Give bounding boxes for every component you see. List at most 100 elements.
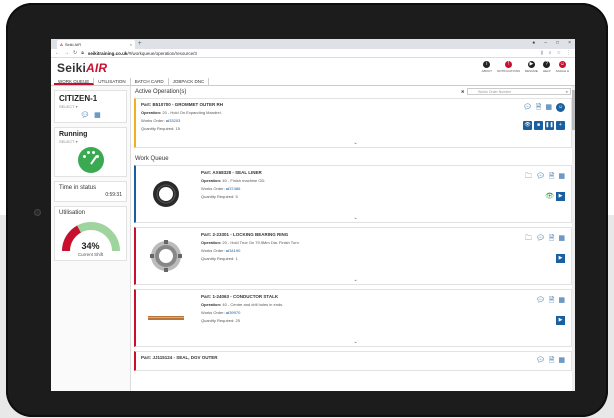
wo-label: Works Order: [201,186,225,191]
tab-utilisation[interactable]: UTILISATION [94,78,131,85]
main-panel: Active Operation(s) ✖ Works Order Number… [131,86,575,391]
operation-value: 40 - Finish machine OD. [222,178,266,183]
comment-icon[interactable]: 💬︎ [80,111,89,119]
browser-tab[interactable]: A Seiki AIR × [57,40,135,49]
minimize-icon[interactable]: – [544,40,547,46]
notifications-label: NOTIFICATIONS [497,69,520,73]
time-value: 0:59:31 [105,192,122,198]
wo-value: 33203 [169,118,181,123]
chevron-down-icon[interactable]: ⌄ [354,215,358,221]
active-qty-line: Quantity Required: 15 [141,126,566,131]
active-operation-line: Operation: 20 - Hold On Expanding Mandre… [141,110,566,115]
tab-close-icon[interactable]: × [130,42,132,47]
queue-item-icons: 🗀 💬︎ 🗎 ▦ [525,234,565,245]
chevron-down-icon[interactable]: ⌄ [354,277,358,283]
operation-label: Operation: [141,110,162,115]
status-select[interactable]: SELECT ▾ [59,139,122,144]
table-icon[interactable]: ▦ [558,172,565,183]
qty-label: Quantity Required: [141,126,175,131]
app-menubar: WORK QUEUE UTILISATION BATCH CARD JOBPAC… [51,78,575,86]
account-icon[interactable]: ● [532,40,535,46]
close-window-icon[interactable]: × [568,40,571,46]
comment-icon[interactable]: 💬︎ [536,356,545,367]
chevron-down-icon[interactable]: ⌄ [354,339,358,345]
table-icon[interactable]: ▦ [545,103,552,114]
wo-link[interactable]: ⇌34190 [226,248,240,253]
machine-select[interactable]: SELECT ▾ [59,104,122,109]
new-tab-button[interactable]: + [138,41,142,47]
queue-part: Part: 1-24063 - CONDUCTOR STALK [201,294,279,299]
tab-jobpack-dnc[interactable]: JOBPACK DNC [169,78,210,85]
qty-value: 5 [235,194,238,199]
table-icon[interactable]: ▦ [558,296,565,307]
about-label: ABOUT [481,69,493,73]
operator-icon[interactable]: ☺ [556,103,565,112]
view-button[interactable]: 👁︎ [523,121,532,130]
add-button[interactable]: + [556,121,565,130]
app-logo[interactable]: SeikiAIR [57,61,107,75]
wo-link[interactable]: ⇌39970 [226,310,240,315]
address-bar: ← → ↻ 🔒︎ seikitraining.co.uk/#/workqueue… [51,49,575,58]
queue-item-icons: 💬︎ 🗎 ▦ [536,296,565,307]
active-operation-card[interactable]: Part: B510700 - GROMMET OUTER RH Operati… [134,98,572,148]
folder-icon[interactable]: 🗀 [525,172,532,183]
table-icon[interactable]: ▦ [558,234,565,245]
operation-label: Operation: [201,240,222,245]
comment-icon[interactable]: 💬︎ [536,296,545,307]
user-button[interactable]: ☺ SARAH H [556,61,569,73]
start-button[interactable]: ▶ [556,192,565,201]
comment-icon[interactable]: 💬︎ [536,172,545,183]
key-icon[interactable]: ⚷ [540,50,544,56]
document-icon[interactable]: 🗎 [549,234,555,245]
queue-item[interactable]: Part: 1-24063 - CONDUCTOR STALK Operatio… [134,289,572,347]
scrollbar-thumb[interactable] [572,90,575,130]
comment-icon[interactable]: 💬︎ [536,234,545,245]
maximize-icon[interactable]: □ [556,40,559,46]
reload-icon[interactable]: ↻ [73,50,77,56]
tab-work-queue[interactable]: WORK QUEUE [54,78,95,85]
qty-value: 25 [235,318,240,323]
table-icon[interactable]: ▦ [94,111,101,119]
queue-item[interactable]: Part: 2-23301 - LOCKING BEARING RING Ope… [134,227,572,285]
url-field[interactable]: seikitraining.co.uk/#/workqueue/operatio… [88,51,536,56]
notifications-button[interactable]: ! NOTIFICATIONS [497,61,520,73]
tablet-frame: A Seiki AIR × + ● – □ × ← → ↻ 🔒︎ seikitr… [6,3,608,417]
queue-item[interactable]: Part: AX68328 - SEAL LINER Operation: 40… [134,165,572,223]
folder-icon[interactable]: 🗀 [525,234,532,245]
document-icon[interactable]: 🗎 [536,103,542,114]
eye-icon[interactable]: 👁︎ [545,192,554,200]
document-icon[interactable]: 🗎 [549,172,555,183]
start-button[interactable]: ▶ [556,316,565,325]
wo-link[interactable]: ⇌37486 [226,186,240,191]
camera-dot [34,209,41,216]
queue-item[interactable]: Part: JJ115124 - SEAL, DGV OUTER 💬︎ 🗎 ▦ [134,351,572,371]
resume-button[interactable]: ▶ RESUME [525,61,538,73]
document-icon[interactable]: 🗎 [549,296,555,307]
back-icon[interactable]: ← [55,50,60,56]
menu-dots-icon[interactable]: ⋮ [566,50,571,56]
star-icon[interactable]: ☆ [557,50,561,56]
zoom-icon[interactable]: ⌕ [549,50,552,56]
forward-icon[interactable]: → [64,50,69,56]
stop-button[interactable]: ■ [534,121,543,130]
app-header: SeikiAIR i ABOUT ! NOTIFICATIONS ▶ RESUME ?… [51,58,575,78]
clear-search-icon[interactable]: ✖ [461,89,464,95]
help-button[interactable]: ? HELP [543,61,551,73]
pause-button[interactable]: ❚❚ [545,121,554,130]
search-input[interactable]: ✖ Works Order Number ⌕ [461,88,571,95]
document-icon[interactable]: 🗎 [549,356,555,367]
time-card: Time in status 0:59:31 [54,181,127,202]
table-icon[interactable]: ▦ [558,356,565,367]
wo-link[interactable]: ⇌33203 [166,118,180,123]
scrollbar[interactable] [572,86,575,391]
comment-icon[interactable]: 💬︎ [523,103,532,114]
url-host: seikitraining.co.uk [87,50,128,56]
about-button[interactable]: i ABOUT [482,61,492,73]
start-button[interactable]: ▶ [556,254,565,263]
window-controls: ● – □ × [532,40,571,46]
tab-batch-card[interactable]: BATCH CARD [131,78,169,85]
help-icon: ? [543,61,551,68]
chevron-down-icon[interactable]: ⌄ [354,140,358,146]
search-icon[interactable]: ⌕ [566,89,568,95]
part-thumbnail [136,166,196,222]
